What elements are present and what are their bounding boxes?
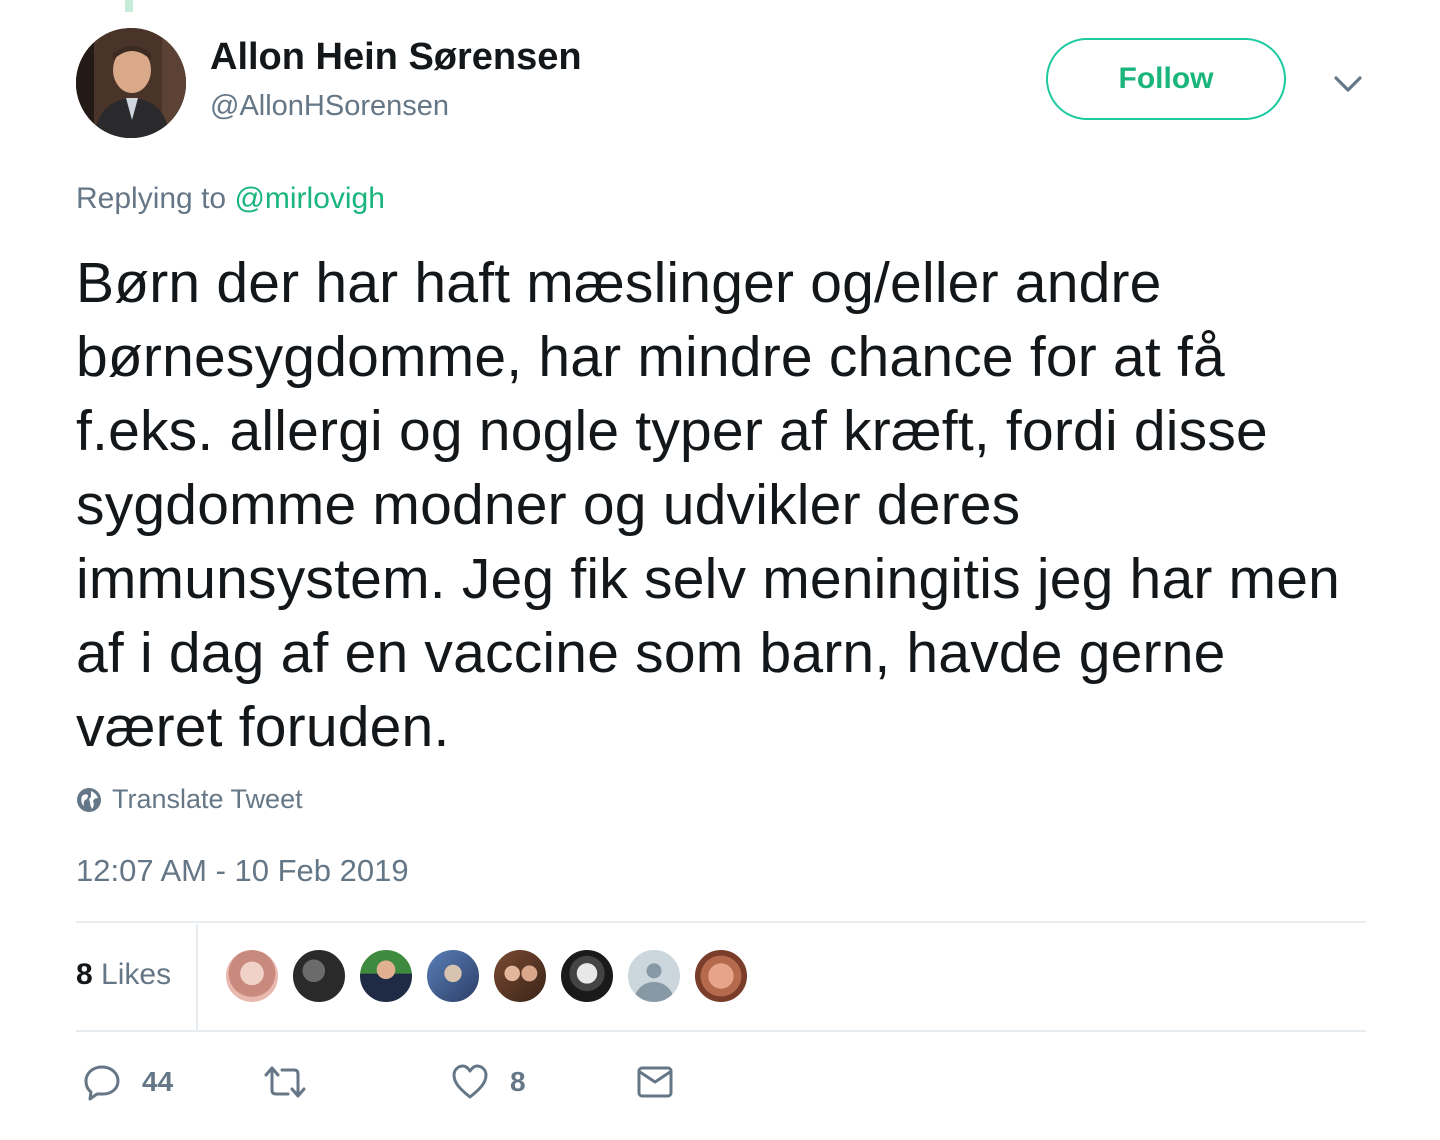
liker-avatar[interactable]: [291, 948, 347, 1004]
liker-avatar[interactable]: [224, 948, 280, 1004]
retweet-icon: [264, 1066, 306, 1098]
likes-label: Likes: [101, 958, 172, 991]
liker-default-avatar[interactable]: [626, 948, 682, 1004]
reply-count: 44: [142, 1066, 174, 1097]
direct-message-action[interactable]: [636, 1062, 674, 1102]
translate-label: Translate Tweet: [112, 784, 303, 814]
liker-avatar[interactable]: [425, 948, 481, 1004]
reply-mention-link[interactable]: @mirlovigh: [234, 182, 384, 215]
liker-avatar[interactable]: [693, 948, 749, 1004]
author-handle[interactable]: @AllonHSorensen: [210, 90, 449, 123]
like-action[interactable]: 8: [450, 1062, 526, 1102]
reply-icon: [84, 1065, 120, 1101]
chevron-down-icon[interactable]: [1331, 66, 1365, 100]
like-count: 8: [510, 1066, 526, 1097]
tweet-timestamp[interactable]: 12:07 AM - 10 Feb 2019: [76, 853, 409, 889]
globe-icon: [77, 787, 101, 812]
retweet-action[interactable]: [262, 1062, 328, 1102]
likes-count[interactable]: 8 Likes: [76, 958, 171, 992]
top-accent-bar: [125, 0, 133, 12]
heart-icon: [452, 1064, 488, 1099]
liker-avatar[interactable]: [492, 948, 548, 1004]
tweet-actions: 44 8: [76, 1062, 1366, 1112]
reply-action[interactable]: 44: [82, 1062, 173, 1102]
likers-avatars: [224, 948, 760, 1004]
author-avatar[interactable]: [76, 28, 186, 138]
translate-tweet-link[interactable]: Translate Tweet: [76, 784, 303, 815]
liker-avatar[interactable]: [358, 948, 414, 1004]
vertical-divider: [196, 924, 198, 1030]
divider-bottom: [76, 1030, 1366, 1032]
likes-row: 8 Likes: [76, 924, 1366, 1030]
reply-prefix: Replying to: [76, 182, 227, 215]
tweet-header: Allon Hein Sørensen @AllonHSorensen Foll…: [76, 28, 1366, 140]
tweet-text: Børn der har haft mæslinger og/eller and…: [76, 251, 1341, 759]
liker-avatar[interactable]: [559, 948, 615, 1004]
envelope-icon: [637, 1066, 673, 1098]
replying-to: Replying to @mirlovigh: [76, 182, 385, 216]
follow-button[interactable]: Follow: [1046, 38, 1286, 120]
likes-number: 8: [76, 958, 93, 991]
divider-top: [76, 921, 1366, 923]
author-name[interactable]: Allon Hein Sørensen: [210, 36, 582, 79]
